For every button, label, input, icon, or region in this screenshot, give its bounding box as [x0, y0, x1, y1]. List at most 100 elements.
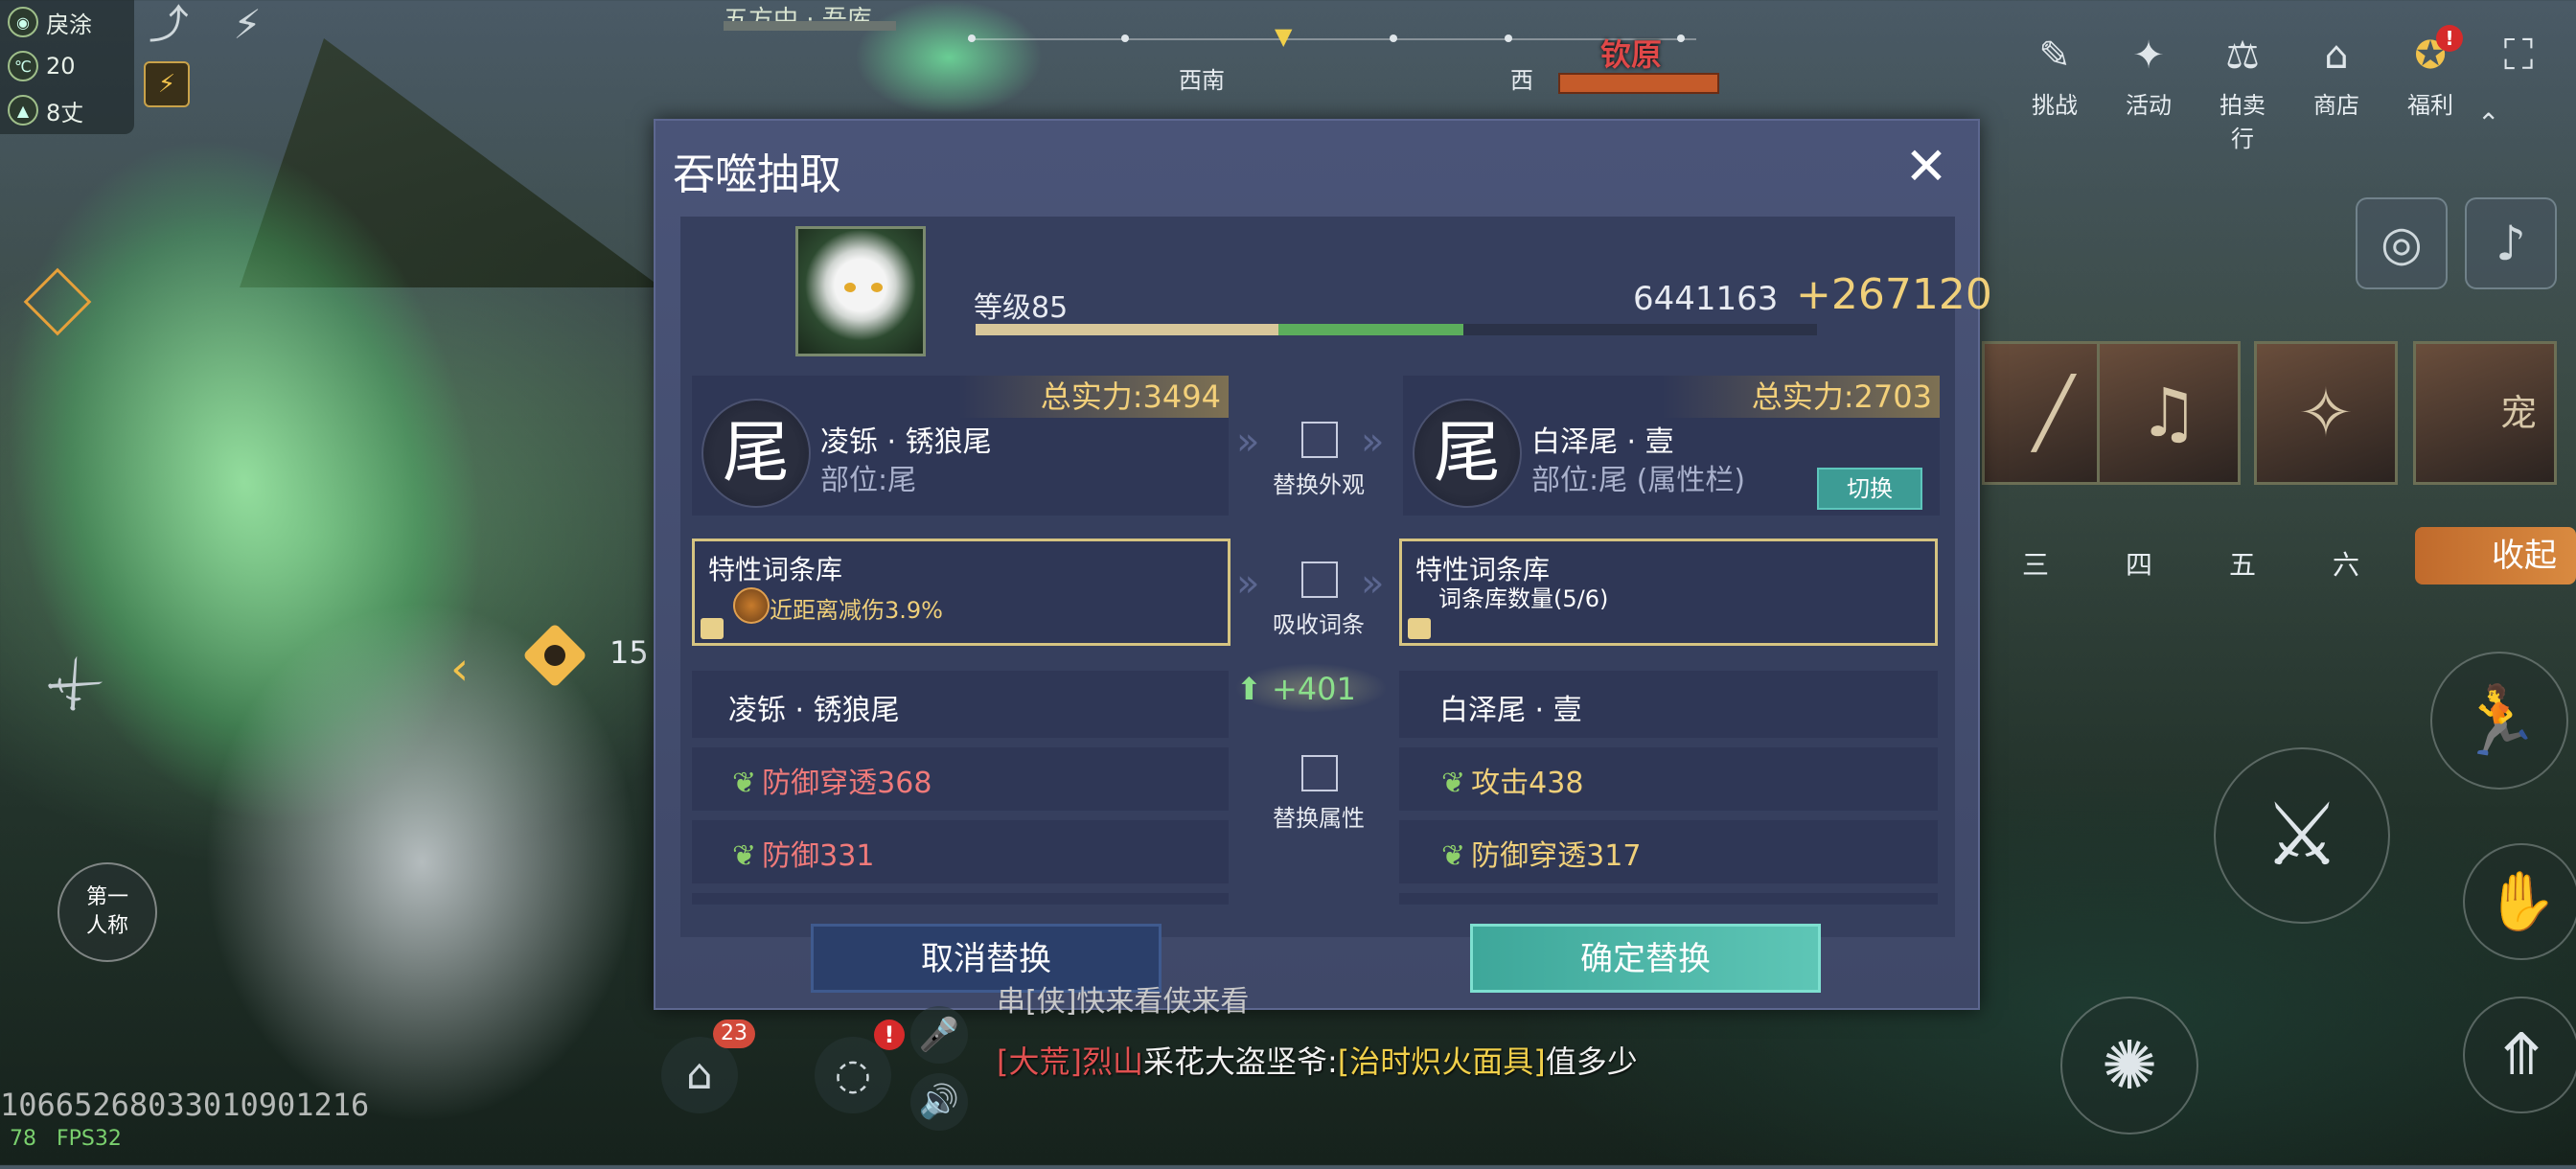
expand-up-icon[interactable]: ⌃	[2477, 107, 2499, 139]
trait-icon	[733, 587, 770, 624]
mountain-icon: ▲	[8, 95, 38, 126]
right-attr-1-value: 攻击438	[1471, 767, 1584, 800]
power-diff: ⬆ +401	[1236, 671, 1356, 707]
compass-marker-icon: ▼	[1275, 23, 1293, 50]
pet-slot-label: 宠	[2499, 392, 2537, 434]
left-trait-title: 特性词条库	[708, 554, 843, 585]
menu-label: 商店	[2313, 92, 2359, 119]
slot-number: 六	[2333, 549, 2360, 581]
menu-challenge[interactable]: ✎ 挑战	[2022, 29, 2087, 153]
home-icon[interactable]: ⌂	[661, 1037, 738, 1113]
close-icon[interactable]: ✕	[1901, 141, 1951, 193]
left-attr-2: ❦ 防御331	[732, 832, 874, 874]
weapon-slot-claw[interactable]: ✧	[2254, 341, 2398, 485]
confirm-replace-button[interactable]: 确定替换	[1470, 924, 1821, 993]
quest-progress-bar	[724, 21, 896, 31]
fullscreen-icon[interactable]: ⛶	[2492, 29, 2545, 82]
chevron-left-icon[interactable]: ‹	[450, 642, 469, 696]
collapse-button[interactable]: 收起	[2415, 527, 2576, 584]
attack-sword-button[interactable]: ⚔	[2214, 747, 2390, 924]
skill-action-button[interactable]: ✋	[2463, 843, 2576, 960]
arrow-right-icon: »	[1236, 562, 1260, 606]
pet-eye	[844, 283, 856, 292]
arrow-right-icon: »	[1361, 562, 1385, 606]
ping-value: 78	[10, 1127, 36, 1151]
menu-welfare[interactable]: ✪ 福利!	[2398, 25, 2463, 153]
absorb-traits-label: 吸收词条	[1273, 611, 1365, 638]
special-skill-button[interactable]: ✺	[2060, 997, 2198, 1135]
left-attr-row-partial	[692, 893, 1229, 905]
background-mist	[115, 498, 728, 1169]
time-label: 戾涂	[46, 11, 92, 38]
menu-activity[interactable]: ✦ 活动	[2116, 29, 2181, 153]
menu-shop[interactable]: ⌂ 商店	[2304, 29, 2369, 153]
temperature-row: ℃ 20	[0, 44, 134, 88]
pet-avatar[interactable]	[795, 226, 926, 356]
replace-attrs-label: 替换属性	[1273, 805, 1365, 832]
distance-value: 8丈	[46, 99, 84, 126]
menu-label: 挑战	[2032, 92, 2078, 119]
dodge-action-button[interactable]: 🏃	[2430, 652, 2568, 790]
pet-exp-fill	[976, 324, 1279, 335]
chat-message[interactable]: [大荒]烈山采花大盗坚爷:[治时炽火面具]值多少	[997, 1041, 1638, 1083]
right-item-power: 总实力:2703	[1662, 376, 1940, 418]
weapon-slot-pet[interactable]: 宠	[2413, 341, 2557, 485]
compass-tick	[968, 34, 976, 42]
switch-button[interactable]: 切换	[1817, 468, 1922, 510]
right-trait-card[interactable]: 特性词条库 词条库数量(5/6)	[1399, 539, 1938, 646]
book-icon	[1408, 618, 1431, 639]
left-attr-head: 凌铄 · 锈狼尾	[728, 694, 900, 727]
hook-skill-icon[interactable]: ⤴	[144, 0, 194, 50]
arrow-right-icon: »	[1236, 420, 1260, 464]
left-item-part: 部位:尾	[820, 464, 917, 497]
absorb-traits-checkbox[interactable]	[1301, 562, 1338, 598]
compass-southwest: 西南	[1179, 67, 1225, 94]
welfare-badge: !	[2436, 25, 2463, 52]
weapon-slot-lute[interactable]: ♫	[2097, 341, 2241, 485]
gourd-icon[interactable]: ◌	[815, 1037, 891, 1113]
microphone-icon[interactable]: 🎤	[910, 1006, 968, 1064]
top-menu: ✎ 挑战 ✦ 活动 ⚖ 拍卖行 ⌂ 商店 ✪ 福利!	[2022, 25, 2463, 153]
right-attr-head: 白泽尾 · 壹	[1439, 694, 1582, 727]
clock-icon: ◉	[8, 7, 38, 37]
buff-icon[interactable]: ⚡	[144, 61, 190, 107]
status-panel: ◉ 戾涂 ℃ 20 ▲ 8丈	[0, 0, 134, 134]
right-item-name: 白泽尾 · 壹	[1531, 425, 1674, 459]
compass-west: 西	[1510, 67, 1533, 94]
leaf-icon: ❦	[1441, 839, 1466, 873]
slot-numbers: 三 四 五 六	[2022, 544, 2359, 583]
horn-button[interactable]: ♪	[2465, 197, 2557, 289]
compass-tick	[1505, 34, 1512, 42]
lightning-skill-icon[interactable]: ⚡	[222, 0, 272, 50]
location-name: 钦原	[1600, 36, 1663, 73]
menu-auction[interactable]: ⚖ 拍卖行	[2210, 29, 2275, 153]
speaker-icon[interactable]: 🔊	[910, 1073, 968, 1131]
pet-eye	[871, 283, 883, 292]
time-row: ◉ 戾涂	[0, 0, 134, 44]
fps-readout: 78 FPS32	[10, 1127, 122, 1151]
first-person-button[interactable]: 第一人称	[58, 862, 157, 962]
right-trait-value: 词条库数量(5/6)	[1438, 585, 1609, 612]
pet-exp-bar	[976, 324, 1817, 335]
shop-icon: ⌂	[2324, 34, 2349, 78]
top-skill-icons: ⤴ ⚡	[144, 0, 272, 50]
chat-item-link[interactable]: [治时炽火面具]	[1338, 1043, 1546, 1080]
compass-tick	[1121, 34, 1129, 42]
compass-line	[968, 38, 1696, 40]
replace-look-checkbox[interactable]	[1301, 422, 1338, 458]
mount-button[interactable]: ◎	[2356, 197, 2448, 289]
right-attr-row-partial	[1399, 893, 1938, 905]
pet-exp-gain-fill	[1278, 324, 1464, 335]
slot-number: 五	[2229, 549, 2257, 581]
slot-number: 四	[2126, 549, 2153, 581]
chat-speaker: 采花大盗坚爷:	[1143, 1043, 1338, 1080]
replace-attrs-checkbox[interactable]	[1301, 755, 1338, 791]
left-item-name: 凌铄 · 锈狼尾	[820, 425, 992, 459]
left-trait-card[interactable]: 特性词条库 近距离减伤3.9%	[692, 539, 1230, 646]
leaf-icon: ❦	[732, 839, 757, 873]
jump-action-button[interactable]: ⤊	[2463, 997, 2576, 1113]
right-item-tail-icon: 尾	[1413, 399, 1522, 508]
mail-badge: 23	[713, 1020, 755, 1048]
up-arrow-icon: ⬆	[1236, 671, 1262, 707]
left-trait-value: 近距离减伤3.9%	[770, 597, 943, 624]
